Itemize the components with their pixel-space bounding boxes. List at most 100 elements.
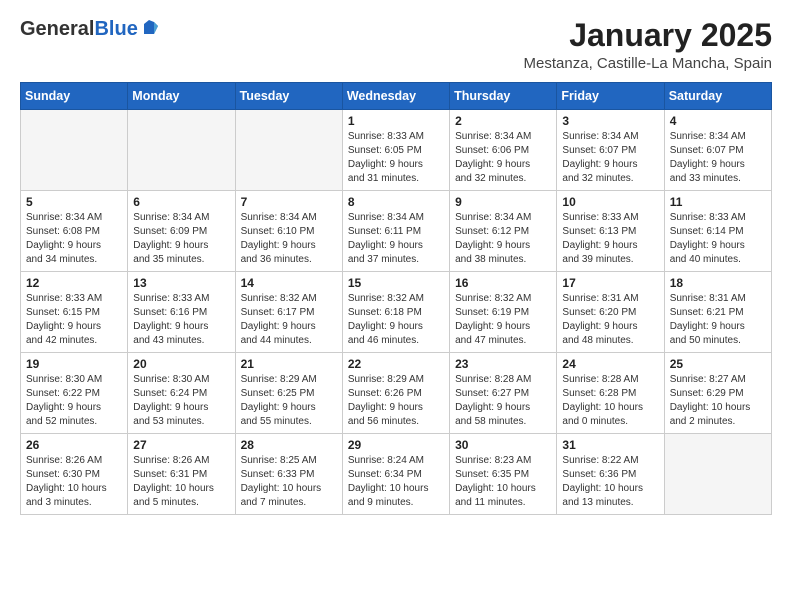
- logo-blue: Blue: [94, 18, 137, 40]
- calendar-cell: 30 Sunrise: 8:23 AM Sunset: 6:35 PM Dayli…: [450, 434, 557, 515]
- page: GeneralBlue January 2025 Mestanza, Casti…: [0, 0, 792, 533]
- calendar-header-friday: Friday: [557, 83, 664, 110]
- day-info: Sunrise: 8:33 AM Sunset: 6:16 PM Dayligh…: [133, 292, 229, 348]
- calendar-cell: 23Sunrise: 8:28 AM Sunset: 6:27 PM Dayli…: [450, 353, 557, 434]
- day-info: Sunrise: 8:24 AM Sunset: 6:34 PM Dayligh…: [348, 454, 444, 510]
- day-number: 13: [133, 276, 229, 290]
- day-info: Sunrise: 8:29 AM Sunset: 6:26 PM Dayligh…: [348, 373, 444, 429]
- calendar-table: SundayMondayTuesdayWednesdayThursdayFrid…: [20, 82, 772, 515]
- day-info: Sunrise: 8:32 AM Sunset: 6:18 PM Dayligh…: [348, 292, 444, 348]
- calendar-cell: 28Sunrise: 8:25 AM Sunset: 6:33 PM Dayli…: [235, 434, 342, 515]
- day-number: 6: [133, 195, 229, 209]
- calendar-cell: 21 Sunrise: 8:29 AM Sunset: 6:25 PM Dayli…: [235, 353, 342, 434]
- calendar-cell: 24 Sunrise: 8:28 AM Sunset: 6:28 PM Dayli…: [557, 353, 664, 434]
- day-number: 11: [670, 195, 766, 209]
- day-info: Sunrise: 8:33 AM Sunset: 6:15 PM Dayligh…: [26, 292, 122, 348]
- calendar-cell: 20 Sunrise: 8:30 AM Sunset: 6:24 PM Dayli…: [128, 353, 235, 434]
- day-info: Sunrise: 8:25 AM Sunset: 6:33 PM Dayligh…: [241, 454, 337, 510]
- calendar-cell: 4Sunrise: 8:34 AM Sunset: 6:07 PM Daylig…: [664, 110, 771, 191]
- day-info: Sunrise: 8:30 AM Sunset: 6:24 PM Dayligh…: [133, 373, 229, 429]
- day-info: Sunrise: 8:34 AM Sunset: 6:08 PM Dayligh…: [26, 211, 122, 267]
- day-info: Sunrise: 8:29 AM Sunset: 6:25 PM Dayligh…: [241, 373, 337, 429]
- day-number: 8: [348, 195, 444, 209]
- day-info: Sunrise: 8:26 AM Sunset: 6:30 PM Dayligh…: [26, 454, 122, 510]
- calendar-week-row: 19Sunrise: 8:30 AM Sunset: 6:22 PM Dayli…: [21, 353, 772, 434]
- calendar-cell: 25 Sunrise: 8:27 AM Sunset: 6:29 PM Dayli…: [664, 353, 771, 434]
- logo-icon: [140, 18, 158, 36]
- calendar-header-wednesday: Wednesday: [342, 83, 449, 110]
- logo-general: General: [20, 18, 94, 40]
- calendar-cell: 19Sunrise: 8:30 AM Sunset: 6:22 PM Dayli…: [21, 353, 128, 434]
- day-info: Sunrise: 8:27 AM Sunset: 6:29 PM Dayligh…: [670, 373, 766, 429]
- day-info: Sunrise: 8:34 AM Sunset: 6:10 PM Dayligh…: [241, 211, 337, 267]
- day-number: 31: [562, 438, 658, 452]
- day-info: Sunrise: 8:32 AM Sunset: 6:19 PM Dayligh…: [455, 292, 551, 348]
- day-info: Sunrise: 8:31 AM Sunset: 6:20 PM Dayligh…: [562, 292, 658, 348]
- day-info: Sunrise: 8:33 AM Sunset: 6:14 PM Dayligh…: [670, 211, 766, 267]
- calendar-cell: 6 Sunrise: 8:34 AM Sunset: 6:09 PM Daylig…: [128, 191, 235, 272]
- logo: GeneralBlue: [20, 18, 158, 40]
- day-info: Sunrise: 8:34 AM Sunset: 6:06 PM Dayligh…: [455, 130, 551, 186]
- page-subtitle: Mestanza, Castille-La Mancha, Spain: [524, 55, 772, 72]
- day-number: 15: [348, 276, 444, 290]
- day-number: 26: [26, 438, 122, 452]
- day-number: 1: [348, 114, 444, 128]
- day-info: Sunrise: 8:33 AM Sunset: 6:13 PM Dayligh…: [562, 211, 658, 267]
- day-number: 7: [241, 195, 337, 209]
- calendar-cell: 16Sunrise: 8:32 AM Sunset: 6:19 PM Dayli…: [450, 272, 557, 353]
- day-number: 9: [455, 195, 551, 209]
- day-info: Sunrise: 8:32 AM Sunset: 6:17 PM Dayligh…: [241, 292, 337, 348]
- day-number: 30: [455, 438, 551, 452]
- day-number: 14: [241, 276, 337, 290]
- calendar-cell: 18Sunrise: 8:31 AM Sunset: 6:21 PM Dayli…: [664, 272, 771, 353]
- calendar-cell: 17 Sunrise: 8:31 AM Sunset: 6:20 PM Dayli…: [557, 272, 664, 353]
- day-number: 27: [133, 438, 229, 452]
- calendar-cell: 9Sunrise: 8:34 AM Sunset: 6:12 PM Daylig…: [450, 191, 557, 272]
- day-info: Sunrise: 8:34 AM Sunset: 6:11 PM Dayligh…: [348, 211, 444, 267]
- calendar-cell: 10Sunrise: 8:33 AM Sunset: 6:13 PM Dayli…: [557, 191, 664, 272]
- calendar-week-row: 26 Sunrise: 8:26 AM Sunset: 6:30 PM Dayli…: [21, 434, 772, 515]
- calendar-cell: 29Sunrise: 8:24 AM Sunset: 6:34 PM Dayli…: [342, 434, 449, 515]
- calendar-cell: 8 Sunrise: 8:34 AM Sunset: 6:11 PM Daylig…: [342, 191, 449, 272]
- day-number: 2: [455, 114, 551, 128]
- calendar-cell: 22 Sunrise: 8:29 AM Sunset: 6:26 PM Dayli…: [342, 353, 449, 434]
- calendar-cell: 2 Sunrise: 8:34 AM Sunset: 6:06 PM Daylig…: [450, 110, 557, 191]
- calendar-header-tuesday: Tuesday: [235, 83, 342, 110]
- calendar-cell: 7 Sunrise: 8:34 AM Sunset: 6:10 PM Daylig…: [235, 191, 342, 272]
- calendar-cell: 5 Sunrise: 8:34 AM Sunset: 6:08 PM Daylig…: [21, 191, 128, 272]
- calendar-cell: 26 Sunrise: 8:26 AM Sunset: 6:30 PM Dayli…: [21, 434, 128, 515]
- day-info: Sunrise: 8:30 AM Sunset: 6:22 PM Dayligh…: [26, 373, 122, 429]
- day-info: Sunrise: 8:28 AM Sunset: 6:28 PM Dayligh…: [562, 373, 658, 429]
- day-number: 17: [562, 276, 658, 290]
- day-info: Sunrise: 8:33 AM Sunset: 6:05 PM Dayligh…: [348, 130, 444, 186]
- day-number: 25: [670, 357, 766, 371]
- day-number: 20: [133, 357, 229, 371]
- calendar-header-monday: Monday: [128, 83, 235, 110]
- day-info: Sunrise: 8:34 AM Sunset: 6:09 PM Dayligh…: [133, 211, 229, 267]
- day-number: 5: [26, 195, 122, 209]
- calendar-week-row: 5 Sunrise: 8:34 AM Sunset: 6:08 PM Daylig…: [21, 191, 772, 272]
- day-number: 12: [26, 276, 122, 290]
- calendar-header-saturday: Saturday: [664, 83, 771, 110]
- calendar-cell: 31 Sunrise: 8:22 AM Sunset: 6:36 PM Dayli…: [557, 434, 664, 515]
- calendar-cell: 12 Sunrise: 8:33 AM Sunset: 6:15 PM Dayli…: [21, 272, 128, 353]
- calendar-header-thursday: Thursday: [450, 83, 557, 110]
- calendar-week-row: 1 Sunrise: 8:33 AM Sunset: 6:05 PM Daylig…: [21, 110, 772, 191]
- day-info: Sunrise: 8:22 AM Sunset: 6:36 PM Dayligh…: [562, 454, 658, 510]
- calendar-cell: [21, 110, 128, 191]
- calendar-cell: 1 Sunrise: 8:33 AM Sunset: 6:05 PM Daylig…: [342, 110, 449, 191]
- calendar-cell: 13 Sunrise: 8:33 AM Sunset: 6:16 PM Dayli…: [128, 272, 235, 353]
- calendar-cell: 15 Sunrise: 8:32 AM Sunset: 6:18 PM Dayli…: [342, 272, 449, 353]
- calendar-cell: 3Sunrise: 8:34 AM Sunset: 6:07 PM Daylig…: [557, 110, 664, 191]
- day-info: Sunrise: 8:28 AM Sunset: 6:27 PM Dayligh…: [455, 373, 551, 429]
- calendar-header-row: SundayMondayTuesdayWednesdayThursdayFrid…: [21, 83, 772, 110]
- day-number: 21: [241, 357, 337, 371]
- day-number: 22: [348, 357, 444, 371]
- calendar-cell: 27Sunrise: 8:26 AM Sunset: 6:31 PM Dayli…: [128, 434, 235, 515]
- day-number: 24: [562, 357, 658, 371]
- day-info: Sunrise: 8:23 AM Sunset: 6:35 PM Dayligh…: [455, 454, 551, 510]
- calendar-cell: [128, 110, 235, 191]
- page-title: January 2025: [524, 18, 772, 53]
- calendar-cell: 11 Sunrise: 8:33 AM Sunset: 6:14 PM Dayli…: [664, 191, 771, 272]
- calendar-cell: [235, 110, 342, 191]
